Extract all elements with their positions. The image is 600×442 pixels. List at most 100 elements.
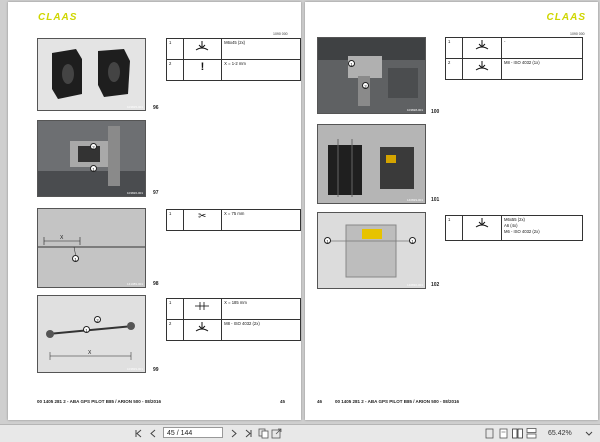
- photo-caption: 140829-001: [406, 198, 423, 202]
- control-unit-image: [318, 125, 425, 203]
- figure-number: 100: [431, 109, 440, 115]
- chevron-down-icon: [585, 431, 593, 436]
- figure-number: 102: [431, 282, 440, 288]
- tighten-icon: [182, 319, 223, 341]
- callout-1: 1: [72, 255, 79, 262]
- figure-photo: 103825-001: [37, 38, 146, 111]
- continuous-view-button[interactable]: [526, 428, 537, 439]
- photo-caption: 141089-001: [126, 282, 143, 286]
- callout-1: 1: [83, 326, 90, 333]
- figure-number: 99: [153, 367, 159, 373]
- tighten-icon: [462, 37, 502, 59]
- mounting-bracket-image: [38, 121, 145, 196]
- tighten-icon: [462, 58, 502, 80]
- last-page-icon: [245, 429, 252, 438]
- cable-measurement-diagram: X: [38, 209, 145, 287]
- instruction-table: 1 M6x55 (2x) A6 (4x) M6 - ISO 4032 (2x): [445, 215, 583, 241]
- step-text: M8 - ISO 4032 (1x): [501, 58, 583, 80]
- chevron-right-icon: [231, 429, 237, 438]
- two-page-view-button[interactable]: [512, 428, 523, 439]
- callout-1: 1: [324, 237, 331, 244]
- claas-logo: CLAAS: [546, 12, 586, 23]
- doc-code: 1090 000: [273, 32, 288, 36]
- bracket-plate-image: [318, 213, 425, 288]
- previous-page-button[interactable]: [148, 428, 158, 439]
- single-page-view-button[interactable]: [498, 428, 509, 439]
- photo-caption: 103828-001: [406, 108, 423, 112]
- step-number: 1: [166, 298, 184, 320]
- step-number: 1: [166, 209, 184, 231]
- measure-icon: [182, 298, 223, 320]
- page-45: CLAAS 1090 000 103825-001 96 2 1 103826-…: [8, 2, 302, 420]
- page-footer: 00 1405 281 2 - ABA GPS PILOT B85 / ARIO…: [37, 399, 162, 404]
- doc-code: 1090 000: [570, 32, 585, 36]
- callout-2: 2: [94, 316, 101, 323]
- zoom-level[interactable]: 65.42%: [548, 428, 572, 439]
- two-page-icon: [512, 428, 523, 439]
- step-number: 2: [445, 58, 463, 80]
- callout-1: 1: [348, 60, 355, 67]
- figure-photo: 1 2 103828-001: [317, 37, 426, 114]
- page-footer: 00 1405 281 2 - ABA GPS PILOT B85 / ARIO…: [335, 399, 460, 404]
- figure-photo: X 1 141089-001: [37, 208, 146, 288]
- callout-2: 2: [90, 143, 97, 150]
- page-number: 46: [317, 399, 323, 404]
- callout-1: 1: [90, 165, 97, 172]
- step-number: 1: [445, 37, 463, 59]
- page-number-input[interactable]: 45 / 144: [163, 427, 223, 438]
- figure-number: 98: [153, 281, 159, 287]
- fit-page-icon: [485, 428, 494, 439]
- document-viewport[interactable]: CLAAS 1090 000 103825-001 96 2 1 103826-…: [0, 0, 600, 424]
- instruction-table: 1 ✂ X = 75 mm: [166, 209, 302, 231]
- zoom-dropdown-button[interactable]: [584, 428, 594, 439]
- photo-caption: 140830-001: [406, 283, 423, 287]
- page-number: 45: [279, 399, 285, 404]
- figure-number: 101: [431, 197, 440, 203]
- instruction-table: 1 - 2 M8 - ISO 4032 (1x): [445, 37, 583, 80]
- export-icon: [271, 428, 282, 439]
- viewer-toolbar: 45 / 144 65.42%: [0, 424, 600, 442]
- rod-assembly-image: X: [38, 296, 145, 372]
- step-text: X = 75 mm: [220, 209, 302, 231]
- step-number: 1: [445, 215, 463, 241]
- figure-photo: 140829-001: [317, 124, 426, 204]
- step-text: X = 185 mm: [221, 298, 301, 320]
- copy-button[interactable]: [258, 428, 269, 439]
- callout-1: 1: [409, 237, 416, 244]
- step-text: M6x55 (2x) A6 (4x) M6 - ISO 4032 (2x): [501, 215, 583, 241]
- page-46: CLAAS 1090 000 1 2 103828-001 100 140829…: [305, 2, 598, 420]
- clamp-blocks-image: [38, 39, 145, 110]
- step-text: X = 1-2 mm: [221, 59, 301, 81]
- continuous-view-icon: [526, 428, 537, 439]
- scissors-icon: ✂: [182, 209, 222, 231]
- first-page-button[interactable]: [133, 428, 143, 439]
- step-number: 2: [166, 319, 184, 341]
- step-text: -: [501, 37, 583, 59]
- step-text: M6x45 (2x): [221, 38, 301, 60]
- figure-number: 97: [153, 190, 159, 196]
- export-button[interactable]: [271, 428, 282, 439]
- photo-caption: 103826-001: [126, 191, 143, 195]
- tighten-icon: [462, 215, 502, 241]
- first-page-icon: [135, 429, 142, 438]
- step-number: 2: [166, 59, 184, 81]
- copy-icon: [258, 428, 269, 439]
- instruction-table: 1 X = 185 mm 2 M8 - ISO 4032 (2x): [166, 298, 301, 341]
- exclamation-icon: !: [182, 59, 223, 81]
- photo-caption: 103825-001: [126, 105, 143, 109]
- last-page-button[interactable]: [244, 428, 254, 439]
- figure-photo: 1 1 140830-001: [317, 212, 426, 289]
- tighten-icon: [182, 38, 223, 60]
- step-number: 1: [166, 38, 184, 60]
- figure-photo: 2 1 103826-001: [37, 120, 146, 197]
- figure-number: 96: [153, 105, 159, 111]
- next-page-button[interactable]: [229, 428, 239, 439]
- callout-2: 2: [362, 82, 369, 89]
- instruction-table: 1 M6x45 (2x) 2 ! X = 1-2 mm: [166, 38, 301, 81]
- step-text: M8 - ISO 4032 (2x): [221, 319, 301, 341]
- chevron-left-icon: [150, 429, 156, 438]
- tractor-mount-image: [318, 38, 425, 113]
- fit-page-button[interactable]: [484, 428, 495, 439]
- photo-caption: 103829-001: [126, 367, 143, 371]
- single-page-icon: [499, 428, 508, 439]
